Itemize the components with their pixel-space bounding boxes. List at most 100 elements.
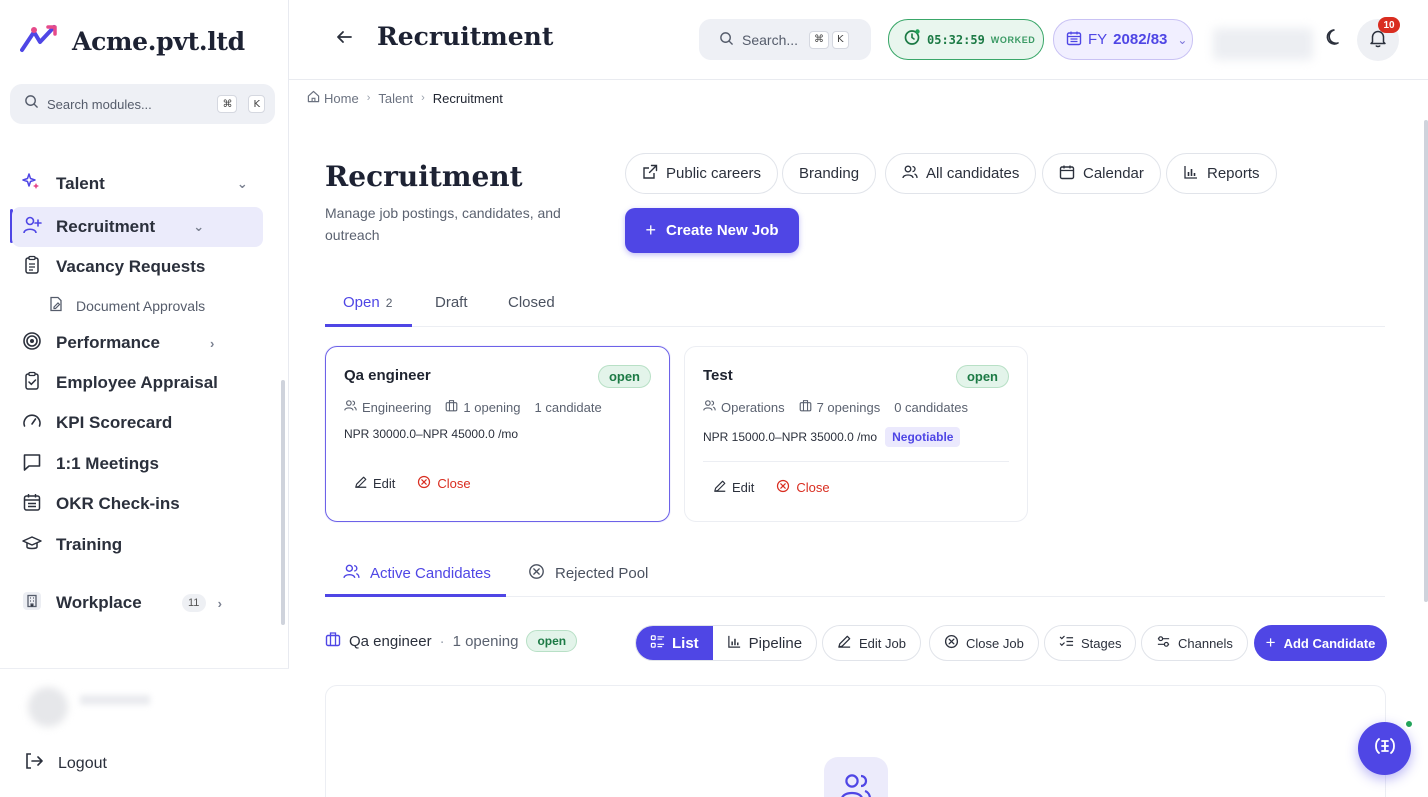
tab-active-candidates[interactable]: Active Candidates: [343, 563, 491, 584]
sidebar-item-kpi-scorecard[interactable]: KPI Scorecard: [12, 403, 172, 443]
calendar-check-icon: [22, 492, 42, 517]
brand[interactable]: Acme.pvt.ltd: [20, 24, 245, 59]
tab-label: Open: [343, 294, 380, 311]
close-label: Close: [796, 480, 830, 495]
back-arrow-icon[interactable]: [335, 28, 353, 52]
edit-job-button[interactable]: Edit Job: [822, 625, 921, 661]
graduation-cap-icon: [22, 533, 42, 558]
pipeline-view-button[interactable]: Pipeline: [713, 626, 816, 660]
public-careers-button[interactable]: Public careers: [625, 153, 779, 194]
breadcrumb-home[interactable]: Home: [324, 91, 359, 106]
user-plus-icon: [22, 215, 42, 240]
selected-job-header: Qa engineer · 1 opening open: [325, 630, 578, 652]
sidebar-item-recruitment[interactable]: Recruitment ⌄: [12, 207, 263, 247]
assistant-icon: [1372, 733, 1398, 764]
job-department: Operations: [721, 399, 785, 415]
close-job-button[interactable]: Close Job: [929, 625, 1039, 661]
message-square-icon: [22, 452, 42, 477]
pencil-icon: [354, 475, 368, 492]
sidebar-item-workplace[interactable]: Workplace 11 ›: [12, 583, 222, 623]
kbd-k: K: [248, 95, 265, 113]
bar-chart-icon: [1183, 164, 1199, 184]
sidebar-item-vacancy-requests[interactable]: Vacancy Requests: [12, 247, 205, 287]
create-new-job-button[interactable]: + Create New Job: [625, 208, 799, 253]
tab-count: 2: [385, 296, 393, 310]
sidebar-item-label: Performance: [56, 333, 160, 352]
brand-logo-icon: [20, 24, 58, 59]
plus-icon: +: [1265, 633, 1276, 652]
sidebar-item-document-approvals[interactable]: Document Approvals: [48, 296, 205, 315]
all-candidates-label: All candidates: [926, 165, 1020, 182]
global-search-input[interactable]: Search... ⌘ K: [699, 19, 871, 60]
building-icon: [22, 591, 42, 616]
add-candidate-button[interactable]: + Add Candidate: [1254, 625, 1387, 661]
user-profile-redacted[interactable]: [28, 687, 150, 731]
sidebar-item-label: KPI Scorecard: [56, 413, 173, 432]
sidebar-item-talent[interactable]: Talent ⌄: [12, 164, 248, 204]
chevron-down-icon: ⌄: [1177, 32, 1188, 47]
tab-closed[interactable]: Closed: [508, 294, 555, 311]
branding-label: Branding: [799, 165, 860, 182]
user-menu-redacted[interactable]: [1213, 28, 1313, 60]
edit-job-link[interactable]: Edit: [354, 475, 395, 492]
selected-job-openings: 1 opening: [452, 632, 519, 650]
fiscal-year-select[interactable]: FY 2082/83 ⌄: [1053, 19, 1193, 60]
sidebar-item-label: Workplace: [56, 593, 142, 612]
module-search-input[interactable]: Search modules... ⌘ K: [10, 84, 275, 124]
pencil-icon: [713, 479, 727, 496]
close-job-link[interactable]: Close: [417, 475, 471, 492]
channels-button[interactable]: Channels: [1141, 625, 1248, 661]
all-candidates-button[interactable]: All candidates: [885, 153, 1037, 194]
edit-label: Edit: [732, 480, 755, 495]
list-view-button[interactable]: List: [636, 626, 713, 660]
timer-value: 05:32:59: [927, 32, 985, 47]
main-scrollbar[interactable]: [1424, 120, 1428, 602]
breadcrumb: Home › Talent › Recruitment: [307, 90, 503, 106]
assistant-fab[interactable]: [1358, 722, 1411, 775]
work-timer[interactable]: 05:32:59 WORKED: [888, 19, 1044, 60]
negotiable-badge: Negotiable: [885, 427, 961, 447]
edit-job-link[interactable]: Edit: [713, 479, 754, 496]
job-meta: Engineering 1 opening 1 candidate: [344, 399, 602, 415]
logout-button[interactable]: Logout: [24, 751, 107, 776]
separator-dot: ·: [439, 632, 445, 650]
tab-rejected-pool[interactable]: Rejected Pool: [528, 563, 648, 584]
fy-year: 2082/83: [1113, 31, 1168, 48]
chevron-right-icon: ›: [217, 595, 223, 611]
sidebar-item-label: Employee Appraisal: [56, 373, 218, 392]
sidebar-item-performance[interactable]: Performance ›: [12, 323, 214, 363]
job-card[interactable]: Qa engineer open Engineering 1 opening 1…: [325, 346, 670, 522]
job-meta: Operations 7 openings 0 candidates: [703, 399, 968, 415]
branding-button[interactable]: Branding: [782, 153, 877, 194]
sidebar-scrollbar[interactable]: [281, 380, 285, 625]
create-new-job-label: Create New Job: [665, 222, 779, 239]
users-icon: [344, 399, 357, 415]
job-salary: NPR 15000.0–NPR 35000.0 /mo Negotiable: [703, 427, 961, 447]
sidebar-item-okr-check-ins[interactable]: OKR Check-ins: [12, 484, 180, 524]
kbd-cmd: ⌘: [217, 95, 238, 113]
page-subtitle: Manage job postings, candidates, and out…: [325, 205, 561, 243]
close-job-link[interactable]: Close: [776, 479, 830, 496]
fy-prefix: FY: [1088, 31, 1108, 48]
job-card[interactable]: Test open Operations 7 openings 0 candid…: [684, 346, 1028, 522]
tab-open[interactable]: Open 2: [343, 294, 392, 311]
kbd-k: K: [832, 30, 849, 49]
sidebar: Acme.pvt.ltd Search modules... ⌘ K Talen…: [0, 0, 289, 797]
pipeline-label: Pipeline: [748, 634, 803, 652]
sidebar-item-employee-appraisal[interactable]: Employee Appraisal: [12, 363, 218, 403]
sidebar-item-1-1-meetings[interactable]: 1:1 Meetings: [12, 444, 159, 484]
calendar-button[interactable]: Calendar: [1042, 153, 1161, 194]
tab-draft[interactable]: Draft: [435, 294, 468, 311]
salary-range: NPR 30000.0–NPR 45000.0 /mo: [344, 427, 519, 441]
calendar-label: Calendar: [1083, 165, 1144, 182]
reports-button[interactable]: Reports: [1166, 153, 1277, 194]
reports-label: Reports: [1207, 165, 1260, 182]
stages-button[interactable]: Stages: [1044, 625, 1137, 661]
selected-job-title: Qa engineer: [349, 632, 432, 650]
breadcrumb-talent[interactable]: Talent: [378, 91, 413, 106]
moon-icon[interactable]: [1323, 27, 1345, 54]
empty-state-users-icon: [824, 757, 888, 797]
pencil-icon: [837, 634, 852, 652]
sliders-icon: [1156, 634, 1171, 652]
sidebar-item-training[interactable]: Training: [12, 525, 122, 565]
